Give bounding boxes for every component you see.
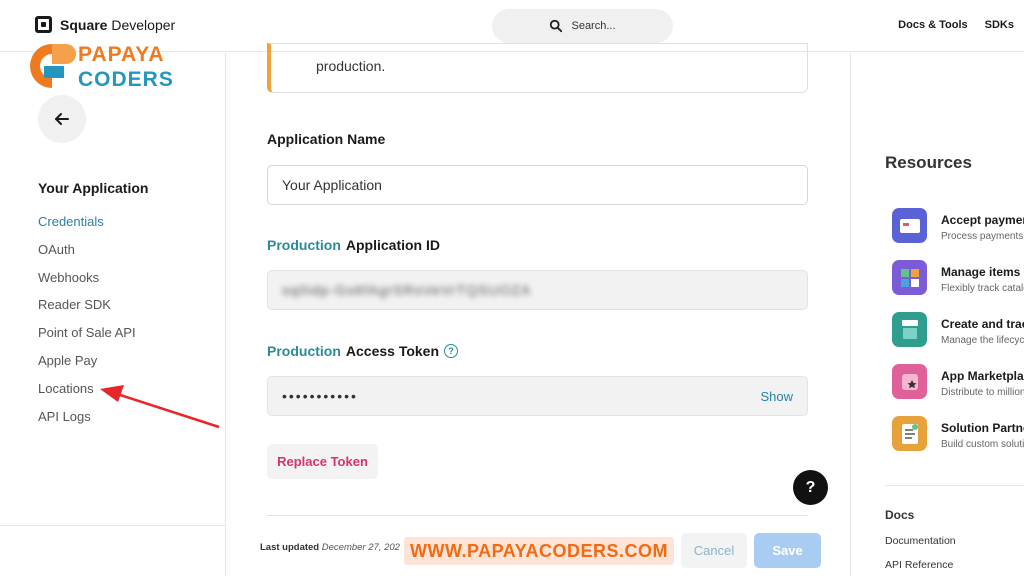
search-icon [550,19,563,33]
save-button[interactable]: Save [754,533,821,568]
notice-banner: production. [267,43,808,93]
show-token-button[interactable]: Show [760,389,793,404]
star-icon [892,364,927,399]
last-updated-date: December 27, 202 [321,542,400,553]
help-question-button[interactable]: ? [793,470,828,505]
access-token-label-text: Access Token [345,343,440,359]
application-id-label-text: Application ID [345,237,441,253]
form-divider [267,515,808,516]
help-icon[interactable]: ? [444,344,459,358]
access-token-env: Production [267,343,341,359]
docs-title: Docs [885,508,915,522]
sidebar-divider [0,525,226,526]
sidebar-title: Your Application [38,180,149,196]
sidebar-item-reader-sdk[interactable]: Reader SDK [38,296,136,324]
resources-divider [885,485,1024,486]
arrow-left-icon [55,113,69,125]
resource-desc: Process payments [941,231,1024,242]
sidebar-item-webhooks[interactable]: Webhooks [38,269,136,297]
left-sidebar: Your Application Credentials OAuth Webho… [0,53,226,576]
resource-item-accept-payments[interactable]: Accept payments Process payments [892,208,1024,248]
last-updated: Last updated December 27, 202 [260,542,400,553]
resource-name: Manage items [941,265,1021,279]
square-developer-logo[interactable]: Square Developer [35,16,175,33]
resource-item-app-marketplace[interactable]: App Marketplace Distribute to millions [892,364,1024,404]
application-id-env: Production [267,237,341,253]
watermark-url: WWW.PAPAYACODERS.COM [404,537,674,565]
replace-token-button[interactable]: Replace Token [267,444,378,479]
resource-desc: Manage the lifecycle [941,335,1024,346]
square-logo-icon [35,16,52,33]
access-token-field[interactable]: ••••••••••• Show [267,376,808,416]
sidebar-item-apple-pay[interactable]: Apple Pay [38,352,136,380]
brand-suffix: Developer [111,16,176,33]
sidebar-item-locations[interactable]: Locations [38,380,136,408]
papaya-coders-logo-text: PAPAYA CODERS [78,42,174,92]
last-updated-label: Last updated [260,542,320,553]
resources-title: Resources [885,153,972,172]
brand-name: Square [60,16,108,33]
nav-sdks[interactable]: SDKs [985,19,1014,31]
resource-name: App Marketplace [941,369,1024,383]
resource-item-create-and-track[interactable]: Create and track Manage the lifecycle [892,312,1024,352]
resource-desc: Build custom solutions [941,439,1024,450]
grid-icon [892,260,927,295]
application-name-input[interactable]: Your Application [267,165,808,205]
back-button[interactable] [38,95,86,143]
application-id-label: Production Application ID [267,237,440,253]
resource-item-manage-items[interactable]: Manage items Flexibly track catalog [892,260,1024,300]
nav-docs-tools[interactable]: Docs & Tools [898,19,967,31]
access-token-label: Production Access Token ? [267,343,459,359]
docs-link-documentation[interactable]: Documentation [885,535,956,547]
access-token-value: ••••••••••• [282,388,358,404]
sidebar-item-credentials[interactable]: Credentials [38,213,136,241]
application-name-value: Your Application [282,177,382,193]
card-icon [892,208,927,243]
top-nav: Docs & Tools SDKs [898,19,1014,31]
logo-line-2: CODERS [78,68,174,91]
sidebar-item-oauth[interactable]: OAuth [38,241,136,269]
resource-name: Create and track [941,317,1024,331]
application-name-label: Application Name [267,131,386,147]
application-id-value: sq0idp-Gs6fAgrSRsVeVrTQSUOZA [282,282,532,298]
resource-desc: Flexibly track catalog [941,283,1024,294]
resources-panel: Resources Accept payments Process paymen… [850,53,1024,576]
main-content: production. Application Name Your Applic… [227,43,849,576]
resource-name: Solution Partners [941,421,1024,435]
application-id-field[interactable]: sq0idp-Gs6fAgrSRsVeVrTQSUOZA [267,270,808,310]
sidebar-item-api-logs[interactable]: API Logs [38,408,136,436]
notice-text: production. [316,58,386,74]
docs-link-api-reference[interactable]: API Reference [885,559,953,571]
logo-line-1: PAPAYA [78,43,165,66]
search-bar[interactable]: Search... [492,9,673,43]
search-placeholder: Search... [571,20,616,32]
resource-name: Accept payments [941,213,1024,227]
doc-icon [892,416,927,451]
sidebar-item-point-of-sale-api[interactable]: Point of Sale API [38,324,136,352]
resource-desc: Distribute to millions [941,387,1024,398]
cancel-button[interactable]: Cancel [681,533,747,568]
sidebar-nav: Credentials OAuth Webhooks Reader SDK Po… [38,213,136,435]
resource-item-solution-partners[interactable]: Solution Partners Build custom solutions [892,416,1024,456]
stack-icon [892,312,927,347]
